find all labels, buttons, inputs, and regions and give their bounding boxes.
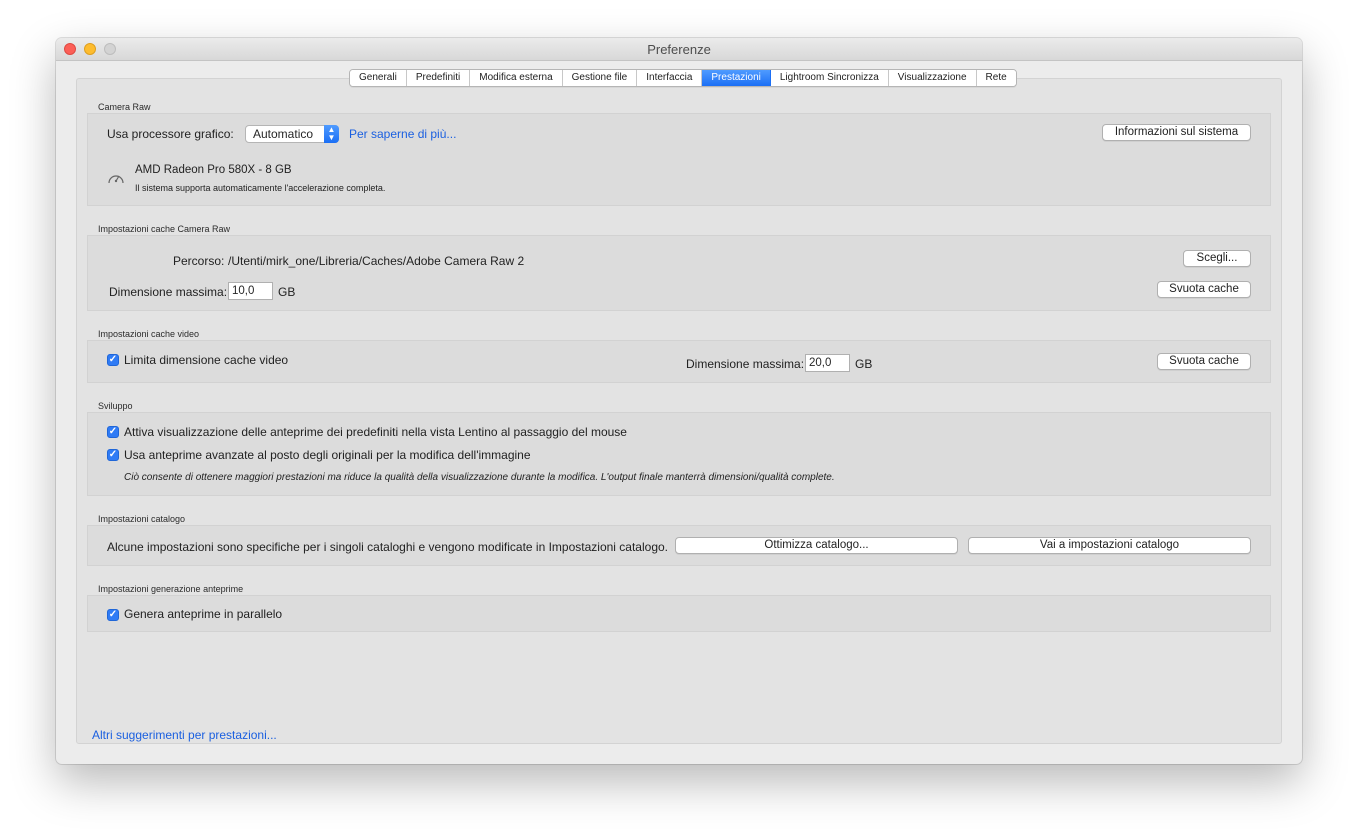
tab-predefiniti[interactable]: Predefiniti: [406, 70, 471, 86]
purge-video-cache-button[interactable]: Svuota cache: [1157, 353, 1251, 370]
section-label-cache-camera-raw: Impostazioni cache Camera Raw: [98, 224, 231, 234]
section-label-catalog: Impostazioni catalogo: [98, 514, 186, 524]
section-label-develop: Sviluppo: [98, 401, 133, 411]
smart-previews-label: Usa anteprime avanzate al posto degli or…: [124, 448, 531, 462]
tab-lightroom-sincronizza[interactable]: Lightroom Sincronizza: [770, 70, 889, 86]
preferences-window: Preferenze Generali Predefiniti Modifica…: [56, 38, 1302, 764]
learn-more-link[interactable]: Per saperne di più...: [349, 127, 456, 141]
cache-path-label: Percorso:: [173, 254, 225, 268]
catalog-box: Alcune impostazioni sono specifiche per …: [87, 525, 1271, 566]
develop-box: ✓ Attiva visualizzazione delle anteprime…: [87, 412, 1271, 496]
video-cache-unit: GB: [855, 357, 873, 371]
chevron-updown-icon: ▲ ▼: [324, 125, 339, 143]
tab-gestione-file[interactable]: Gestione file: [562, 70, 638, 86]
section-label-camera-raw: Camera Raw: [98, 102, 151, 112]
speedometer-icon: [107, 170, 125, 188]
section-label-previews: Impostazioni generazione anteprime: [98, 584, 244, 594]
tab-bar: Generali Predefiniti Modifica esterna Ge…: [349, 69, 1017, 87]
parallel-previews-label: Genera anteprime in parallelo: [124, 607, 283, 621]
smart-previews-checkbox[interactable]: ✓: [107, 449, 119, 461]
choose-button[interactable]: Scegli...: [1183, 250, 1251, 267]
more-tips-link[interactable]: Altri suggerimenti per prestazioni...: [92, 728, 277, 742]
optimize-catalog-button[interactable]: Ottimizza catalogo...: [675, 537, 958, 554]
gpu-status: Il sistema supporta automaticamente l'ac…: [135, 183, 386, 193]
cache-max-size-label: Dimensione massima:: [109, 285, 228, 299]
cache-camera-raw-box: Percorso: /Utenti/mirk_one/Libreria/Cach…: [87, 235, 1271, 311]
gpu-select[interactable]: Automatico ▲ ▼: [245, 125, 339, 143]
cache-unit: GB: [278, 285, 296, 299]
cache-max-size-input[interactable]: 10,0: [228, 282, 273, 300]
title-bar: Preferenze: [56, 38, 1302, 61]
section-label-cache-video: Impostazioni cache video: [98, 329, 200, 339]
cache-path-value: /Utenti/mirk_one/Libreria/Caches/Adobe C…: [228, 254, 525, 268]
cache-video-box: ✓ Limita dimensione cache video Dimensio…: [87, 340, 1271, 383]
window-title: Preferenze: [647, 42, 711, 57]
gpu-select-value: Automatico: [253, 127, 314, 141]
catalog-description: Alcune impostazioni sono specifiche per …: [107, 540, 668, 554]
tab-visualizzazione[interactable]: Visualizzazione: [888, 70, 977, 86]
preset-preview-checkbox[interactable]: ✓: [107, 426, 119, 438]
camera-raw-box: Usa processore grafico: Automatico ▲ ▼ Pe…: [87, 113, 1271, 206]
tab-modifica-esterna[interactable]: Modifica esterna: [470, 70, 563, 86]
video-max-size-input[interactable]: 20,0: [805, 354, 850, 372]
limit-video-cache-label: Limita dimensione cache video: [124, 353, 289, 367]
previews-box: ✓ Genera anteprime in parallelo: [87, 595, 1271, 632]
purge-cache-button[interactable]: Svuota cache: [1157, 281, 1251, 298]
goto-catalog-settings-button[interactable]: Vai a impostazioni catalogo: [968, 537, 1251, 554]
gpu-label: Usa processore grafico:: [107, 127, 234, 141]
tab-generali[interactable]: Generali: [350, 70, 407, 86]
video-max-size-label: Dimensione massima:: [686, 357, 805, 371]
tab-prestazioni[interactable]: Prestazioni: [702, 70, 771, 86]
gpu-name: AMD Radeon Pro 580X - 8 GB: [135, 164, 292, 176]
system-info-button[interactable]: Informazioni sul sistema: [1102, 124, 1251, 141]
develop-note: Ciò consente di ottenere maggiori presta…: [124, 472, 835, 483]
tab-interfaccia[interactable]: Interfaccia: [637, 70, 703, 86]
tab-rete[interactable]: Rete: [976, 70, 1016, 86]
preset-preview-label: Attiva visualizzazione delle anteprime d…: [124, 425, 627, 439]
limit-video-cache-checkbox[interactable]: ✓: [107, 354, 119, 366]
parallel-previews-checkbox[interactable]: ✓: [107, 609, 119, 621]
